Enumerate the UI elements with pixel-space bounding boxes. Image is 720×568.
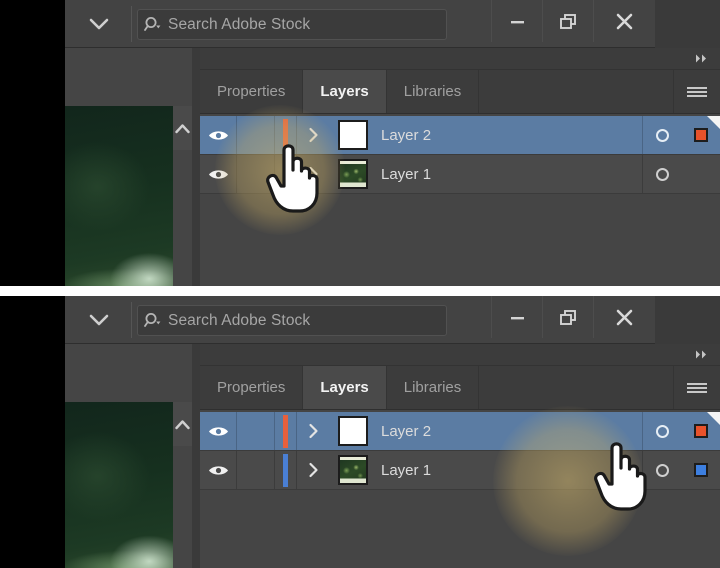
chevron-right-icon[interactable] xyxy=(297,451,329,489)
layer-thumbnail[interactable] xyxy=(329,451,377,489)
restore-button[interactable] xyxy=(542,296,593,338)
hamburger-menu-icon[interactable] xyxy=(674,366,720,409)
link-circle-icon[interactable] xyxy=(642,116,682,154)
chevron-up-icon[interactable] xyxy=(173,402,192,446)
workspace: Properties Layers Libraries Layer 2 Laye… xyxy=(65,344,720,568)
table-row[interactable]: Layer 1 xyxy=(200,451,720,490)
table-row[interactable]: Layer 1 xyxy=(200,155,720,194)
panel-topbar xyxy=(200,344,720,366)
close-button[interactable] xyxy=(593,296,655,338)
window-controls xyxy=(491,296,655,338)
layer-thumbnail[interactable] xyxy=(329,116,377,154)
table-row[interactable]: Layer 2 xyxy=(200,116,720,155)
layer-name[interactable]: Layer 2 xyxy=(377,412,642,450)
lock-column[interactable] xyxy=(237,155,275,193)
tab-properties[interactable]: Properties xyxy=(200,70,304,113)
panel-tabs: Properties Layers Libraries xyxy=(200,366,720,410)
layer-name[interactable]: Layer 1 xyxy=(377,451,642,489)
layer-swatch[interactable] xyxy=(682,451,720,489)
table-row[interactable]: Layer 2 xyxy=(200,412,720,451)
eye-icon[interactable] xyxy=(200,412,237,450)
tab-properties-label: Properties xyxy=(217,83,286,100)
search-input[interactable]: Search Adobe Stock xyxy=(137,305,447,336)
window-controls xyxy=(491,0,655,42)
layer-color-bar[interactable] xyxy=(275,412,297,450)
link-circle-icon[interactable] xyxy=(642,412,682,450)
layer-name[interactable]: Layer 1 xyxy=(377,155,642,193)
tab-layers-label: Layers xyxy=(320,379,369,396)
link-circle-icon[interactable] xyxy=(642,451,682,489)
double-chevron-right-icon[interactable] xyxy=(695,349,708,360)
chevron-right-icon[interactable] xyxy=(297,116,329,154)
minimize-button[interactable] xyxy=(491,0,542,42)
layers-panel: Properties Layers Libraries Layer 2 Laye… xyxy=(200,48,720,286)
screenshot-before: Search Adobe Stock Properties Layers Lib… xyxy=(65,0,720,286)
restore-button[interactable] xyxy=(542,0,593,42)
chevron-right-icon[interactable] xyxy=(297,412,329,450)
close-button[interactable] xyxy=(593,0,655,42)
tab-libraries[interactable]: Libraries xyxy=(387,70,480,113)
tab-layers-label: Layers xyxy=(320,83,369,100)
double-chevron-right-icon[interactable] xyxy=(695,53,708,64)
tabs-spacer xyxy=(479,70,674,113)
titlebar-divider xyxy=(131,302,132,338)
chevron-up-icon[interactable] xyxy=(173,106,192,150)
document-canvas-image xyxy=(65,106,173,286)
search-placeholder: Search Adobe Stock xyxy=(168,15,311,33)
tab-properties-label: Properties xyxy=(217,379,286,396)
search-icon xyxy=(138,312,168,329)
layer-thumbnail[interactable] xyxy=(329,412,377,450)
canvas-column xyxy=(65,48,192,286)
screenshot-after: Search Adobe Stock Properties Layers Lib… xyxy=(65,296,720,568)
tabs-spacer xyxy=(479,366,674,409)
screenshot-divider xyxy=(0,286,720,296)
panel-topbar xyxy=(200,48,720,70)
chevron-down-icon[interactable] xyxy=(81,10,117,38)
minimize-button[interactable] xyxy=(491,296,542,338)
chevron-right-icon[interactable] xyxy=(297,155,329,193)
hamburger-menu-icon[interactable] xyxy=(674,70,720,113)
column-gap xyxy=(192,48,200,286)
layer-name[interactable]: Layer 2 xyxy=(377,116,642,154)
link-circle-icon[interactable] xyxy=(642,155,682,193)
screenshot-page: Search Adobe Stock Properties Layers Lib… xyxy=(0,0,720,568)
title-bar: Search Adobe Stock xyxy=(65,296,655,344)
corner-marker-icon xyxy=(707,116,720,129)
layer-swatch[interactable] xyxy=(682,155,720,193)
eye-icon[interactable] xyxy=(200,116,237,154)
tab-properties[interactable]: Properties xyxy=(200,366,304,409)
document-canvas-image xyxy=(65,402,173,568)
titlebar-divider xyxy=(131,6,132,42)
search-icon xyxy=(138,16,168,33)
eye-icon[interactable] xyxy=(200,451,237,489)
tab-libraries-label: Libraries xyxy=(403,83,462,100)
layer-color-bar[interactable] xyxy=(275,155,297,193)
workspace: Properties Layers Libraries Layer 2 Laye… xyxy=(65,48,720,286)
tab-libraries[interactable]: Libraries xyxy=(387,366,480,409)
tab-libraries-label: Libraries xyxy=(403,379,462,396)
tab-layers[interactable]: Layers xyxy=(303,70,387,113)
search-input[interactable]: Search Adobe Stock xyxy=(137,9,447,40)
eye-icon[interactable] xyxy=(200,155,237,193)
canvas-column xyxy=(65,344,192,568)
lock-column[interactable] xyxy=(237,412,275,450)
lock-column[interactable] xyxy=(237,451,275,489)
search-placeholder: Search Adobe Stock xyxy=(168,311,311,329)
layers-list: Layer 2 Layer 1 xyxy=(200,410,720,568)
panel-tabs: Properties Layers Libraries xyxy=(200,70,720,114)
layer-color-bar[interactable] xyxy=(275,451,297,489)
column-gap xyxy=(192,344,200,568)
tab-layers[interactable]: Layers xyxy=(303,366,387,409)
layer-color-bar[interactable] xyxy=(275,116,297,154)
layer-thumbnail[interactable] xyxy=(329,155,377,193)
layers-panel: Properties Layers Libraries Layer 2 Laye… xyxy=(200,344,720,568)
corner-marker-icon xyxy=(707,412,720,425)
title-bar: Search Adobe Stock xyxy=(65,0,655,48)
layers-list: Layer 2 Layer 1 xyxy=(200,114,720,286)
lock-column[interactable] xyxy=(237,116,275,154)
chevron-down-icon[interactable] xyxy=(81,306,117,334)
